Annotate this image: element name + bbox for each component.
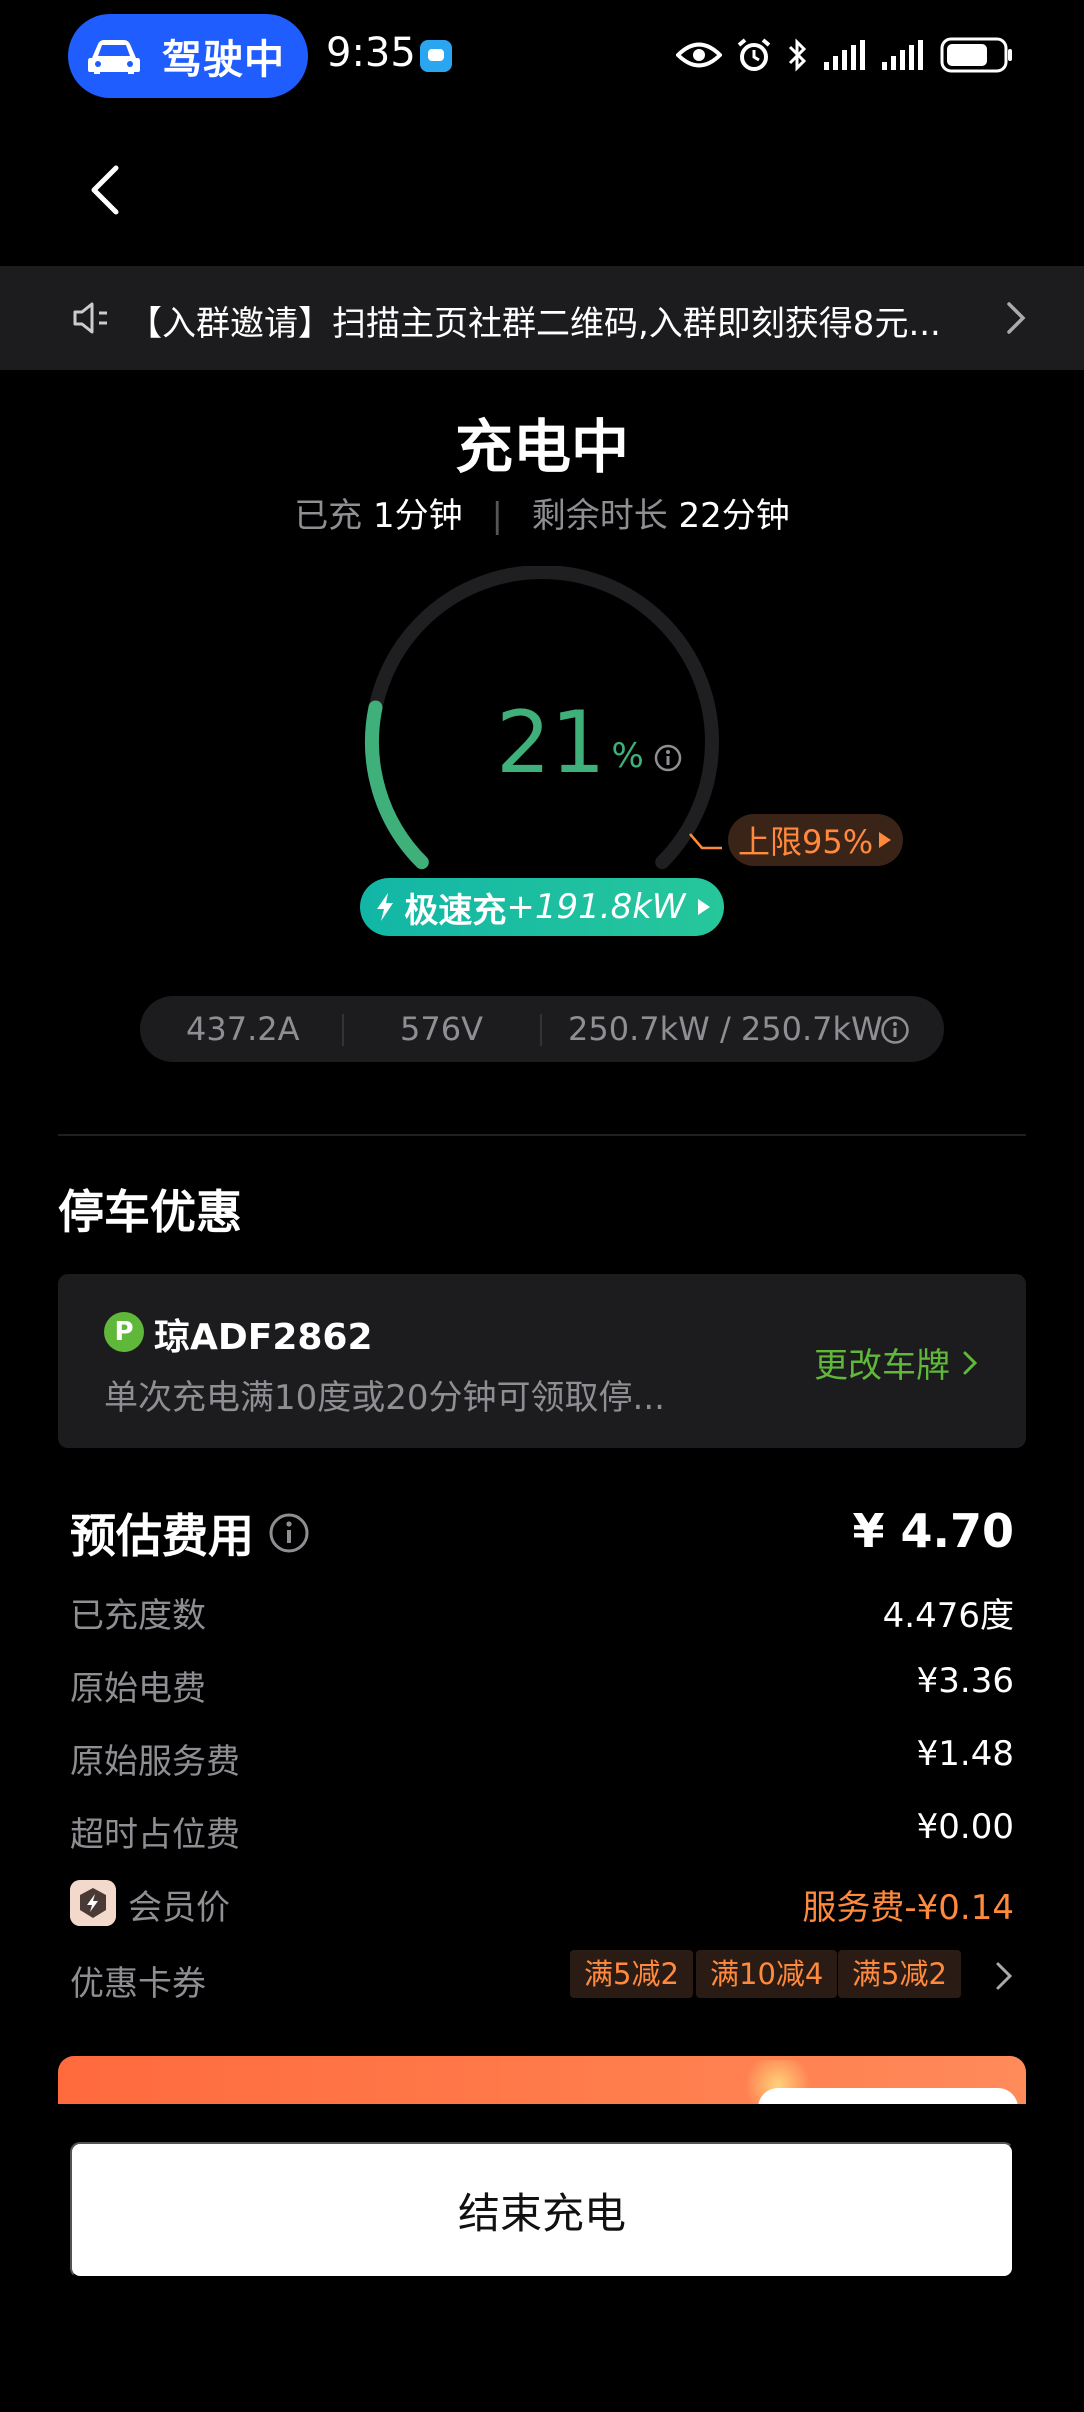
parking-icon: P bbox=[104, 1312, 144, 1352]
fee-label: 超时占位费 bbox=[70, 1815, 240, 1855]
play-arrow-icon bbox=[697, 899, 710, 915]
parking-card[interactable]: P 琼ADF2862 单次充电满10度或20分钟可领取停... 更改车牌 bbox=[58, 1274, 1026, 1448]
fast-charge-label: 极速充 bbox=[404, 890, 507, 931]
message-notification-icon bbox=[420, 40, 452, 72]
fee-row: 超时占位费 ¥0.00 bbox=[70, 1807, 1014, 1857]
clock: 9:35 bbox=[326, 30, 416, 76]
fee-label: 原始电费 bbox=[70, 1669, 206, 1709]
fee-label: 原始服务费 bbox=[70, 1742, 240, 1782]
car-icon bbox=[88, 40, 140, 74]
member-price-row[interactable]: 会员价 服务费-¥0.14 bbox=[70, 1880, 1014, 1930]
eye-icon bbox=[676, 42, 722, 68]
license-plate: 琼ADF2862 bbox=[154, 1317, 373, 1358]
fee-value: ¥3.36 bbox=[916, 1661, 1014, 1701]
bluetooth-icon bbox=[788, 38, 807, 72]
banner-decoration bbox=[758, 2088, 1018, 2104]
fast-charge-power: +191.8kW bbox=[506, 887, 686, 927]
change-plate-label: 更改车牌 bbox=[814, 1346, 950, 1386]
play-arrow-icon bbox=[879, 832, 892, 848]
charging-status-title: 充电中 bbox=[454, 413, 629, 481]
current-value: 437.2A bbox=[186, 1010, 300, 1048]
fee-value: ¥1.48 bbox=[916, 1734, 1014, 1774]
estimated-fee-heading: 预估费用 bbox=[70, 1500, 310, 1566]
power-value: 250.7kW / 250.7kW bbox=[568, 1010, 883, 1048]
charging-time-info: 已充 1分钟 | 剩余时长 22分钟 bbox=[0, 488, 1084, 537]
info-icon[interactable] bbox=[268, 1512, 310, 1554]
speaker-icon bbox=[73, 302, 107, 334]
estimated-fee-total: ¥ 4.70 bbox=[852, 1504, 1014, 1558]
fee-row: 原始服务费 ¥1.48 bbox=[70, 1734, 1014, 1784]
elapsed-label: 已充 bbox=[294, 496, 363, 536]
charge-limit-label: 上限95% bbox=[738, 823, 874, 861]
parking-description: 单次充电满10度或20分钟可领取停... bbox=[104, 1378, 665, 1418]
info-icon[interactable] bbox=[654, 744, 682, 772]
charge-percent-value: 21 bbox=[496, 693, 606, 793]
status-bar: 驾驶中 9:35 bbox=[0, 0, 1084, 112]
info-icon[interactable] bbox=[880, 1015, 910, 1045]
chevron-right-icon bbox=[996, 1962, 1013, 1990]
back-button[interactable] bbox=[80, 150, 130, 230]
divider: | bbox=[491, 496, 503, 536]
system-icons bbox=[676, 30, 1014, 80]
driving-mode-label: 驾驶中 bbox=[162, 37, 285, 83]
coupon-tag[interactable]: 满10减4 bbox=[696, 1950, 838, 1998]
driving-mode-pill[interactable]: 驾驶中 bbox=[68, 14, 308, 98]
remaining-value: 22分钟 bbox=[678, 496, 790, 536]
divider bbox=[342, 1014, 344, 1046]
chevron-right-icon bbox=[1007, 302, 1026, 334]
elapsed-value: 1分钟 bbox=[373, 496, 463, 536]
member-price-label: 会员价 bbox=[128, 1888, 230, 1928]
charge-progress-arc bbox=[365, 700, 429, 870]
coupon-tag[interactable]: 满5减2 bbox=[838, 1950, 961, 1998]
signal-1-icon bbox=[824, 40, 865, 70]
member-badge-icon bbox=[70, 1880, 116, 1926]
fee-row: 已充度数 4.476度 bbox=[70, 1588, 1014, 1638]
charge-percent: 21 % bbox=[496, 700, 682, 786]
end-charging-button[interactable]: 结束充电 bbox=[70, 2142, 1014, 2278]
estimated-fee-title: 预估费用 bbox=[70, 1509, 254, 1563]
signal-2-icon bbox=[882, 40, 923, 70]
parking-section-title: 停车优惠 bbox=[58, 1185, 242, 1239]
divider bbox=[540, 1014, 542, 1046]
remaining-label: 剩余时长 bbox=[531, 496, 668, 536]
fee-label: 已充度数 bbox=[70, 1596, 206, 1636]
battery-icon bbox=[940, 37, 1012, 73]
fee-value: 4.476度 bbox=[882, 1596, 1014, 1636]
member-price-value: 服务费-¥0.14 bbox=[802, 1888, 1014, 1928]
lightning-icon bbox=[377, 893, 394, 921]
coupon-label: 优惠卡券 bbox=[70, 1964, 206, 2004]
fee-row: 原始电费 ¥3.36 bbox=[70, 1661, 1014, 1711]
notice-text: 【入群邀请】扫描主页社群二维码,入群即刻获得8元... bbox=[128, 304, 941, 344]
limit-connector-line bbox=[689, 833, 722, 850]
promo-banner[interactable] bbox=[58, 2056, 1026, 2104]
notice-bar[interactable]: 【入群邀请】扫描主页社群二维码,入群即刻获得8元... bbox=[0, 266, 1084, 370]
percent-sign: % bbox=[611, 736, 644, 776]
coupon-tag[interactable]: 满5减2 bbox=[570, 1950, 693, 1998]
alarm-icon bbox=[737, 38, 771, 71]
charge-limit-badge[interactable]: 上限95% bbox=[728, 814, 904, 866]
fee-value: ¥0.00 bbox=[916, 1807, 1014, 1847]
fast-charge-badge[interactable]: 极速充 +191.8kW bbox=[360, 878, 724, 936]
voltage-value: 576V bbox=[400, 1010, 483, 1048]
chevron-right-icon bbox=[963, 1351, 978, 1374]
section-divider bbox=[58, 1134, 1026, 1136]
coupon-row[interactable]: 优惠卡券 满5减2 满10减4 满5减2 bbox=[70, 1950, 1014, 2006]
charging-metrics: 437.2A 576V 250.7kW / 250.7kW bbox=[140, 996, 944, 1062]
change-plate-button[interactable]: 更改车牌 bbox=[814, 1338, 978, 1387]
